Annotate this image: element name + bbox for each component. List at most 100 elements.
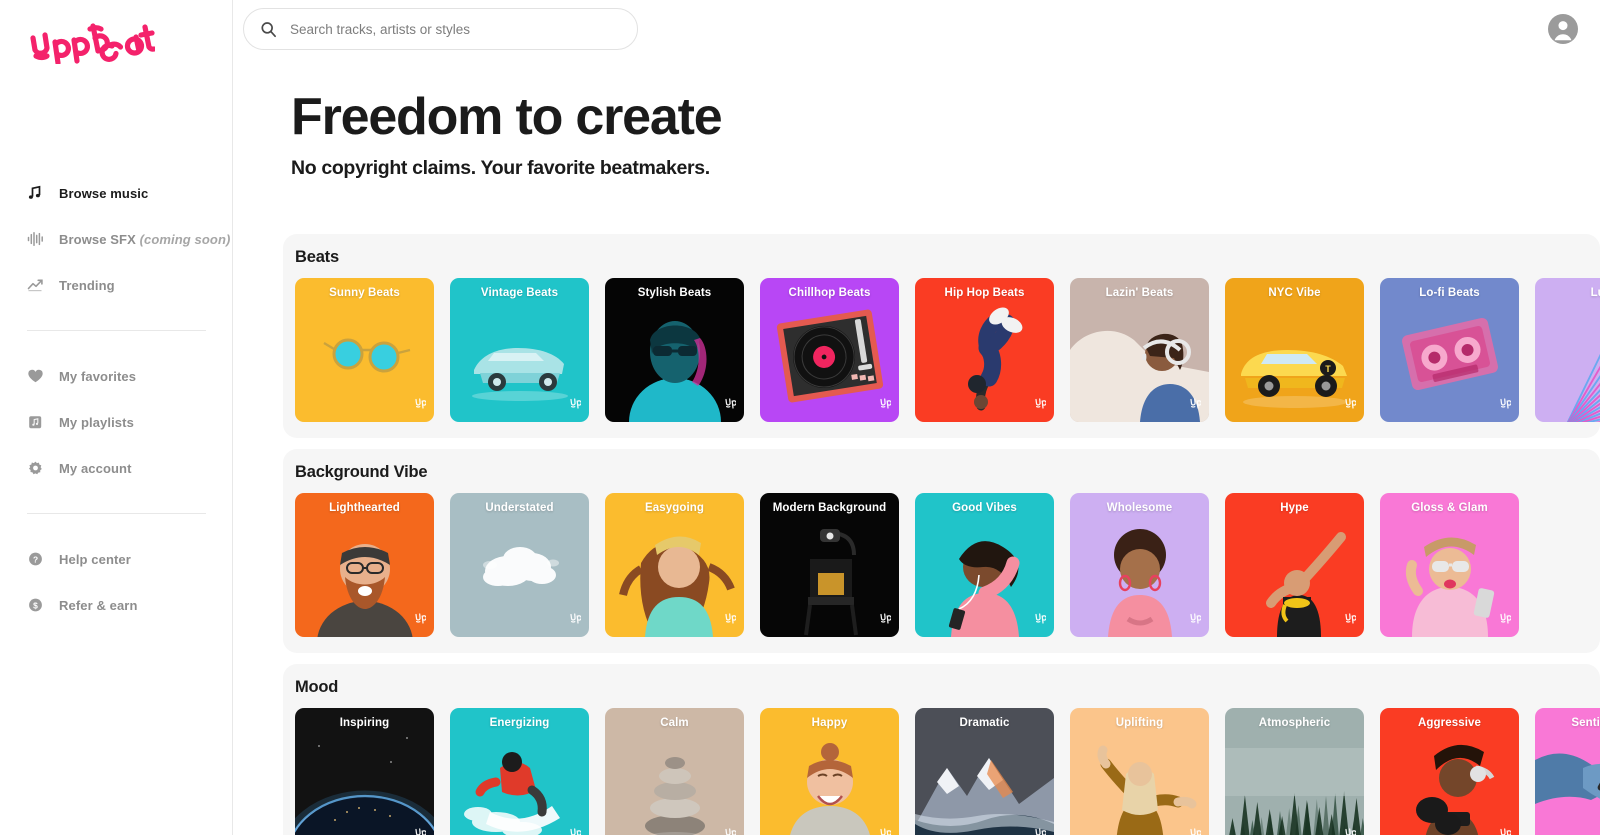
sidebar-item-label: My account — [59, 460, 132, 476]
uppbeat-watermark — [1499, 397, 1512, 415]
sidebar-item-my-account[interactable]: My account — [0, 445, 232, 491]
heart-icon — [27, 368, 49, 384]
uppbeat-watermark — [879, 612, 892, 630]
section-title: Beats — [295, 247, 339, 266]
top-bar — [233, 0, 1600, 58]
category-card[interactable]: Vintage Beats — [450, 277, 589, 422]
svg-text:$: $ — [33, 600, 38, 610]
sidebar-item-label: My playlists — [59, 414, 134, 430]
section-title: Background Vibe — [295, 462, 428, 481]
category-card[interactable]: Energizing — [450, 707, 589, 835]
category-card-label: Inspiring — [339, 716, 390, 729]
uppbeat-watermark — [414, 397, 427, 415]
category-card[interactable]: Modern Background — [760, 492, 899, 637]
category-card-label: Lazin' Beats — [1105, 286, 1174, 299]
app-root: Browse music Browse SFX (coming soon) Tr… — [0, 0, 1600, 835]
category-card[interactable]: T NYC Vibe — [1225, 277, 1364, 422]
uppbeat-watermark-icon — [1500, 397, 1512, 409]
uppbeat-watermark-icon — [415, 612, 427, 624]
uppbeat-watermark-icon — [725, 397, 737, 409]
category-card[interactable]: Dramatic — [915, 707, 1054, 835]
category-card[interactable]: Gloss & Glam — [1380, 492, 1519, 637]
category-card[interactable]: Lush — [1535, 277, 1600, 422]
category-card[interactable]: Aggressive — [1380, 707, 1519, 835]
sidebar-item-label: Refer & earn — [59, 597, 138, 613]
category-card-label: Wholesome — [1106, 501, 1173, 514]
category-card[interactable]: Stylish Beats — [605, 277, 744, 422]
category-card[interactable]: Lighthearted — [295, 492, 434, 637]
sidebar-item-label: Browse music — [59, 185, 149, 201]
category-card-label: Hip Hop Beats — [944, 286, 1025, 299]
question-circle-icon: ? — [27, 551, 49, 567]
uppbeat-watermark-icon — [1345, 612, 1357, 624]
uppbeat-watermark-icon — [880, 397, 892, 409]
sidebar-item-label: Trending — [59, 277, 115, 293]
uppbeat-watermark-icon — [1035, 397, 1047, 409]
sidebar-item-browse-sfx[interactable]: Browse SFX (coming soon) — [0, 216, 232, 262]
category-sections: Beats Sunny Beats Vintage Beats Stylish Bea… — [233, 233, 1600, 835]
sidebar-item-browse-music[interactable]: Browse music — [0, 170, 232, 216]
category-card-label: Easygoing — [644, 501, 705, 514]
category-section: Background Vibe Lighthearted Understated Ea… — [283, 448, 1600, 653]
card-row: Inspiring Energizing Calm Happy Dramatic Upli… — [295, 707, 1600, 835]
uppbeat-watermark-icon — [880, 612, 892, 624]
brand-logo[interactable] — [0, 0, 232, 64]
uppbeat-watermark — [1499, 827, 1512, 835]
uppbeat-watermark — [1344, 612, 1357, 630]
uppbeat-watermark-icon — [1190, 612, 1202, 624]
sidebar-item-my-favorites[interactable]: My favorites — [0, 353, 232, 399]
uppbeat-watermark-icon — [725, 827, 737, 835]
category-card[interactable]: Understated — [450, 492, 589, 637]
waveform-icon — [27, 231, 49, 247]
category-card[interactable]: Easygoing — [605, 492, 744, 637]
category-card[interactable]: Hype — [1225, 492, 1364, 637]
category-card[interactable]: Lazin' Beats — [1070, 277, 1209, 422]
trending-up-icon — [27, 277, 49, 293]
category-card[interactable]: Calm — [605, 707, 744, 835]
uppbeat-watermark-icon — [1190, 397, 1202, 409]
uppbeat-watermark — [1499, 612, 1512, 630]
category-card-label: Sunny Beats — [329, 286, 400, 299]
uppbeat-watermark — [724, 612, 737, 630]
category-card[interactable]: Happy — [760, 707, 899, 835]
uppbeat-watermark — [569, 827, 582, 835]
playlist-icon — [27, 414, 49, 430]
category-card-label: Hype — [1280, 501, 1309, 514]
sidebar-item-my-playlists[interactable]: My playlists — [0, 399, 232, 445]
uppbeat-watermark — [1344, 827, 1357, 835]
section-title: Mood — [295, 677, 339, 696]
sidebar-item-label: Help center — [59, 551, 131, 567]
uppbeat-watermark — [414, 612, 427, 630]
hero: Freedom to create No copyright claims. Y… — [233, 58, 1600, 180]
category-card[interactable]: Good Vibes — [915, 492, 1054, 637]
user-avatar-icon[interactable] — [1548, 14, 1578, 44]
sidebar-divider — [27, 330, 206, 331]
category-card[interactable]: Atmospheric — [1225, 707, 1364, 835]
search-bar[interactable] — [243, 8, 638, 50]
category-card[interactable]: Wholesome — [1070, 492, 1209, 637]
category-card-label: Uplifting — [1115, 716, 1164, 729]
category-card-label: Lo-fi Beats — [1419, 286, 1480, 299]
uppbeat-watermark-icon — [570, 827, 582, 835]
sidebar-item-refer-earn[interactable]: $ Refer & earn — [0, 582, 232, 628]
uppbeat-watermark — [1189, 397, 1202, 415]
category-card[interactable]: Lo-fi Beats — [1380, 277, 1519, 422]
card-row: Sunny Beats Vintage Beats Stylish Beats Chi… — [295, 277, 1600, 422]
uppbeat-watermark-icon — [570, 612, 582, 624]
sidebar-item-label: My favorites — [59, 368, 137, 384]
category-card[interactable]: Chillhop Beats — [760, 277, 899, 422]
sidebar-item-help-center[interactable]: ? Help center — [0, 536, 232, 582]
sidebar-item-trending[interactable]: Trending — [0, 262, 232, 308]
uppbeat-watermark-icon — [1500, 612, 1512, 624]
category-card[interactable]: Sunny Beats — [295, 277, 434, 422]
category-card[interactable]: Sentimental — [1535, 707, 1600, 835]
category-card[interactable]: Inspiring — [295, 707, 434, 835]
uppbeat-watermark — [1034, 612, 1047, 630]
dollar-circle-icon: $ — [27, 597, 49, 613]
category-card-label: Stylish Beats — [637, 286, 712, 299]
uppbeat-watermark — [1189, 612, 1202, 630]
category-card[interactable]: Uplifting — [1070, 707, 1209, 835]
category-card-label: Dramatic — [959, 716, 1010, 729]
category-card[interactable]: Hip Hop Beats — [915, 277, 1054, 422]
search-input[interactable] — [290, 9, 620, 49]
